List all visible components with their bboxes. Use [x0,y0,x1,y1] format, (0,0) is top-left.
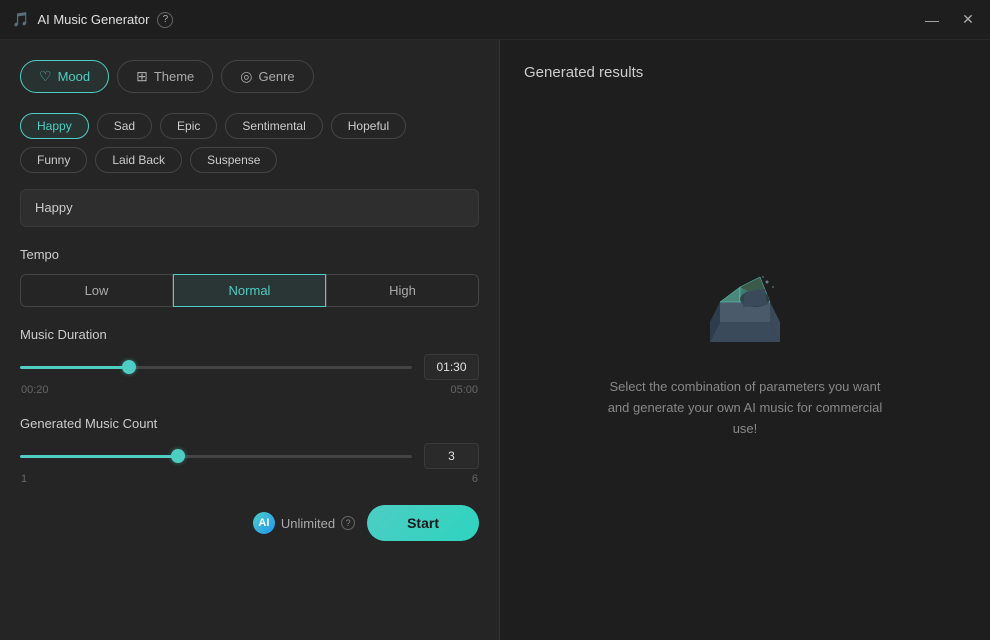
music-count-section: Generated Music Count 3 1 6 [20,416,479,485]
tab-genre[interactable]: ◎ Genre [221,60,313,93]
tab-theme[interactable]: ⊞ Theme [117,60,213,93]
music-duration-section: Music Duration 01:30 00:20 05:00 [20,327,479,396]
duration-min: 00:20 [21,384,49,396]
left-panel: ♡ Mood ⊞ Theme ◎ Genre Happy Sad Epic Se… [0,40,500,640]
selected-mood-display: Happy [20,189,479,227]
mood-pill-epic[interactable]: Epic [160,113,217,139]
results-title: Generated results [524,64,643,81]
main-content: ♡ Mood ⊞ Theme ◎ Genre Happy Sad Epic Se… [0,40,990,640]
mood-pill-suspense[interactable]: Suspense [190,147,277,173]
window-controls: — ✕ [922,10,978,30]
music-duration-row: 01:30 [20,354,479,380]
mood-pill-sad[interactable]: Sad [97,113,152,139]
tempo-high[interactable]: High [326,274,479,307]
selected-mood-value: Happy [35,200,73,215]
mood-pill-laidback[interactable]: Laid Back [95,147,182,173]
titlebar: 🎵 AI Music Generator ? — ✕ [0,0,990,40]
music-duration-range: 00:20 05:00 [20,384,479,396]
results-empty-area: Select the combination of parameters you… [524,81,966,616]
empty-state-illustration [685,257,805,357]
mood-pill-hopeful[interactable]: Hopeful [331,113,406,139]
count-max: 6 [472,473,478,485]
music-count-range: 1 6 [20,473,479,485]
tab-genre-label: Genre [259,69,295,84]
start-button[interactable]: Start [367,505,479,541]
right-panel: Generated results [500,40,990,640]
tab-mood[interactable]: ♡ Mood [20,60,109,93]
bottom-row: AI Unlimited ? Start [20,505,479,541]
music-duration-value: 01:30 [424,354,479,380]
unlimited-icon: AI [253,512,275,534]
music-duration-slider[interactable] [20,366,412,369]
genre-tab-icon: ◎ [240,68,252,85]
mood-pill-happy[interactable]: Happy [20,113,89,139]
theme-tab-icon: ⊞ [136,68,148,85]
music-count-value: 3 [424,443,479,469]
unlimited-label: Unlimited [281,516,335,531]
count-min: 1 [21,473,27,485]
tempo-group: Low Normal High [20,274,479,307]
music-count-label: Generated Music Count [20,416,479,431]
minimize-button[interactable]: — [922,10,942,30]
music-duration-label: Music Duration [20,327,479,342]
unlimited-info-icon[interactable]: ? [341,516,355,530]
mood-pill-sentimental[interactable]: Sentimental [225,113,322,139]
tempo-low[interactable]: Low [20,274,173,307]
unlimited-badge: AI Unlimited ? [253,512,355,534]
results-empty-text: Select the combination of parameters you… [605,377,885,439]
music-count-slider[interactable] [20,455,412,458]
mood-grid: Happy Sad Epic Sentimental Hopeful Funny… [20,113,479,173]
mood-pill-funny[interactable]: Funny [20,147,87,173]
tempo-normal[interactable]: Normal [173,274,326,307]
tab-bar: ♡ Mood ⊞ Theme ◎ Genre [20,60,479,93]
tab-theme-label: Theme [154,69,194,84]
app-icon: 🎵 [12,11,29,28]
duration-max: 05:00 [450,384,478,396]
tab-mood-label: Mood [58,69,91,84]
help-icon[interactable]: ? [157,12,173,28]
app-title: AI Music Generator [37,12,149,27]
mood-tab-icon: ♡ [39,68,52,85]
tempo-label: Tempo [20,247,479,262]
close-button[interactable]: ✕ [958,10,978,30]
music-count-row: 3 [20,443,479,469]
